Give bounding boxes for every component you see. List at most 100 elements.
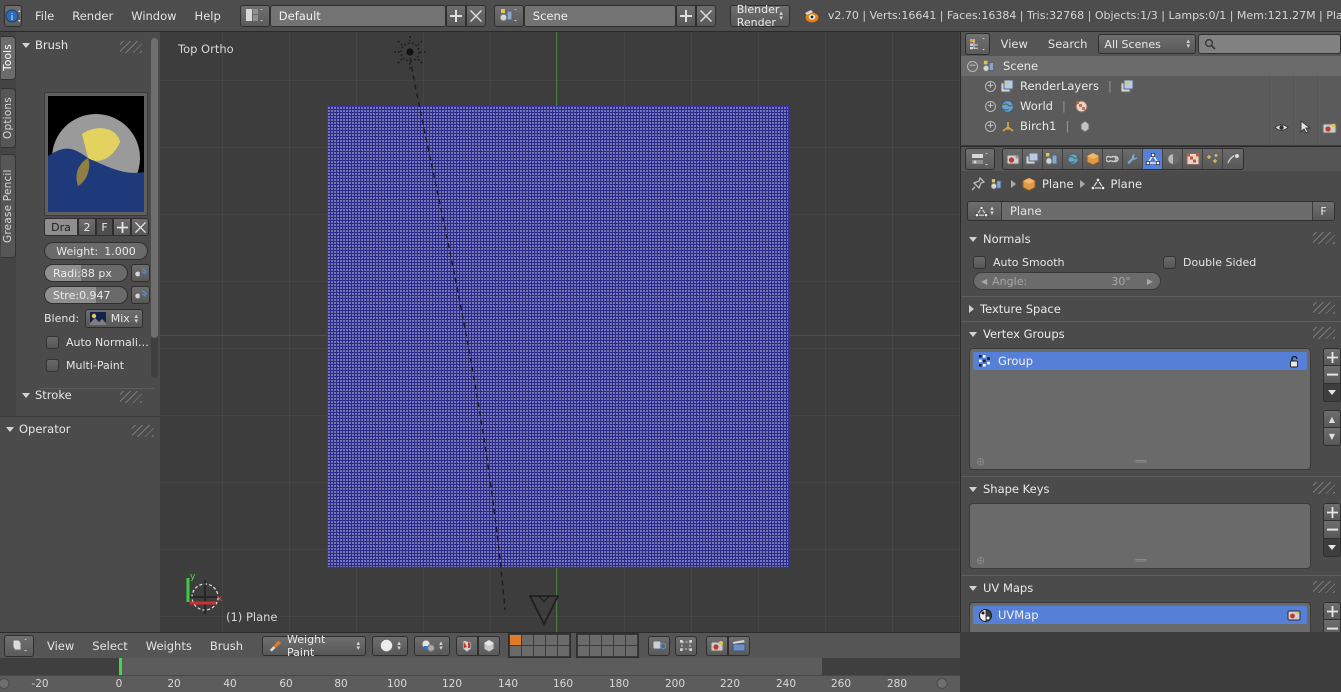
render-uv-icon[interactable] (1287, 609, 1301, 621)
outliner-tree[interactable]: − Scene + RenderLayers | + World | + Bir… (961, 56, 1341, 145)
outliner-display-mode-dropdown[interactable]: All Scenes ▴ ▾ (1098, 34, 1196, 54)
tab-object-data[interactable] (1143, 149, 1163, 169)
add-uv-map-button[interactable] (1323, 602, 1341, 620)
vertex-groups-list-footer[interactable]: ⊕ ══ (970, 453, 1310, 469)
blend-dropdown[interactable]: Mix ▴ ▾ (85, 309, 144, 328)
operator-panel[interactable]: Operator (0, 416, 160, 632)
scene-icon[interactable] (493, 4, 524, 27)
menu-weights[interactable]: Weights (137, 635, 201, 657)
tab-texture[interactable] (1183, 149, 1203, 169)
brush-name-field[interactable]: Dra (44, 218, 78, 236)
outliner-editor[interactable]: View Search All Scenes ▴ ▾ − Scene + Ren… (960, 32, 1341, 145)
mesh-name-field[interactable]: Plane (1002, 204, 1312, 218)
list-resize-grip[interactable]: ══ (1135, 554, 1146, 567)
timeline-playhead[interactable] (119, 658, 122, 675)
menu-brush[interactable]: Brush (201, 635, 252, 657)
pivot-dropdown[interactable]: ▴ ▾ (414, 635, 451, 656)
outliner-editor-icon[interactable] (965, 33, 990, 55)
remove-uv-map-button[interactable] (1323, 620, 1341, 632)
shape-keys-list-footer[interactable]: ⊕ ══ (970, 552, 1310, 568)
menu-help[interactable]: Help (186, 5, 230, 27)
outliner-row-world[interactable]: + World | (961, 96, 1341, 116)
expand-icon[interactable]: + (985, 120, 996, 132)
expand-icon[interactable]: + (985, 80, 996, 92)
cursor-select-icon[interactable] (1299, 120, 1312, 134)
screen-layout-icon[interactable] (239, 4, 270, 27)
shading-dropdown[interactable]: ▴ ▾ (372, 635, 409, 656)
brush-add-button[interactable] (113, 218, 131, 236)
screen-layout-add-button[interactable] (445, 4, 466, 27)
brush-fake-user-button[interactable]: F (96, 218, 113, 236)
scene-add-button[interactable] (675, 4, 696, 27)
expand-list-icon[interactable]: ⊕ (976, 455, 985, 468)
brush-panel-header[interactable]: Brush (16, 38, 160, 53)
operator-panel-header[interactable]: Operator (0, 422, 160, 437)
uv-maps-section-header[interactable]: UV Maps (961, 578, 1341, 598)
shape-keys-section-header[interactable]: Shape Keys (961, 479, 1341, 499)
mesh-datablock-browse-button[interactable]: ▴ ▾ (968, 202, 1002, 220)
vertex-groups-list[interactable]: Group ⊕ ══ (969, 348, 1311, 470)
timeline-scroll-handle-left[interactable] (0, 678, 10, 689)
tab-render-layers[interactable] (1023, 149, 1043, 169)
strength-slider[interactable]: Stre: 0.947 (44, 286, 128, 304)
auto-smooth-checkbox[interactable]: Auto Smooth (973, 256, 1163, 269)
tab-world[interactable] (1063, 149, 1083, 169)
brush-users-button[interactable]: 2 (78, 218, 96, 236)
auto-smooth-angle-slider[interactable]: ◀ Angle: 30° ▶ (973, 272, 1161, 290)
tab-physics[interactable] (1223, 149, 1243, 169)
mode-dropdown[interactable]: Weight Paint ▴ ▾ (262, 633, 367, 659)
tab-grease-pencil[interactable]: Grease Pencil (1, 154, 16, 258)
weight-slider[interactable]: Weight: 1.000 (44, 242, 148, 260)
tab-render[interactable] (1003, 149, 1023, 169)
add-vertex-group-button[interactable] (1323, 348, 1341, 366)
snap-icon[interactable] (675, 635, 698, 656)
double-sided-checkbox[interactable]: Double Sided (1163, 256, 1256, 269)
layer-grid-second[interactable] (576, 633, 640, 658)
expand-list-icon[interactable]: ⊕ (976, 554, 985, 567)
tab-modifiers[interactable] (1123, 149, 1143, 169)
tab-particles[interactable] (1203, 149, 1223, 169)
scene-icon[interactable] (991, 178, 1005, 191)
brush-preview[interactable] (44, 92, 148, 216)
menu-render[interactable]: Render (63, 5, 122, 27)
scene-field[interactable]: Scene (523, 4, 676, 27)
tab-constraints[interactable] (1103, 149, 1123, 169)
expand-icon[interactable]: + (985, 100, 996, 112)
collapse-icon[interactable]: − (967, 60, 978, 72)
move-vertex-group-up-button[interactable]: ▲ (1323, 410, 1341, 428)
timeline-scroll-handle-right[interactable] (936, 678, 948, 689)
chevron-left-icon[interactable]: ◀ (981, 277, 987, 286)
mesh-fake-user-button[interactable]: F (1312, 202, 1334, 220)
shape-key-specials-button[interactable] (1323, 539, 1341, 557)
tab-scene[interactable] (1043, 149, 1063, 169)
auto-normalize-checkbox[interactable]: Auto Normali… (46, 336, 149, 349)
render-engine-dropdown[interactable]: Blender Render ▴ ▾ (729, 3, 790, 29)
outliner-menu-view[interactable]: View (992, 33, 1037, 55)
eye-icon[interactable] (1274, 122, 1289, 133)
outliner-search-field[interactable] (1220, 38, 1340, 50)
breadcrumb-data[interactable]: Plane (1111, 177, 1143, 191)
remove-vertex-group-button[interactable] (1323, 366, 1341, 384)
move-vertex-group-down-button[interactable]: ▼ (1323, 428, 1341, 446)
menu-select[interactable]: Select (83, 635, 136, 657)
brush-unlink-button[interactable] (131, 218, 149, 236)
menu-file[interactable]: File (26, 5, 63, 27)
multi-paint-checkbox[interactable]: Multi-Paint (46, 359, 124, 372)
outliner-row-renderlayers[interactable]: + RenderLayers | (961, 76, 1341, 96)
vertex-group-item[interactable]: Group (973, 352, 1307, 370)
camera-render-icon[interactable] (1322, 121, 1337, 134)
menu-view[interactable]: View (38, 635, 83, 657)
chevron-right-icon[interactable]: ▶ (1147, 277, 1153, 286)
pin-icon[interactable] (971, 177, 985, 191)
screen-layout-delete-button[interactable] (465, 4, 486, 27)
3d-viewport[interactable]: y x Top Ortho (1) Plane (160, 32, 960, 632)
tab-object[interactable] (1083, 149, 1103, 169)
vertex-groups-section-header[interactable]: Vertex Groups (961, 324, 1341, 344)
cube-icon[interactable] (1022, 177, 1036, 191)
radius-pressure-icon[interactable] (131, 264, 150, 282)
vertex-group-specials-button[interactable] (1323, 384, 1341, 402)
layer-grid-first[interactable] (508, 633, 572, 658)
render-preview-icon[interactable] (706, 635, 729, 656)
radius-slider[interactable]: Radi: 88 px (44, 264, 128, 282)
toolshelf-scrollbar[interactable] (151, 38, 158, 378)
